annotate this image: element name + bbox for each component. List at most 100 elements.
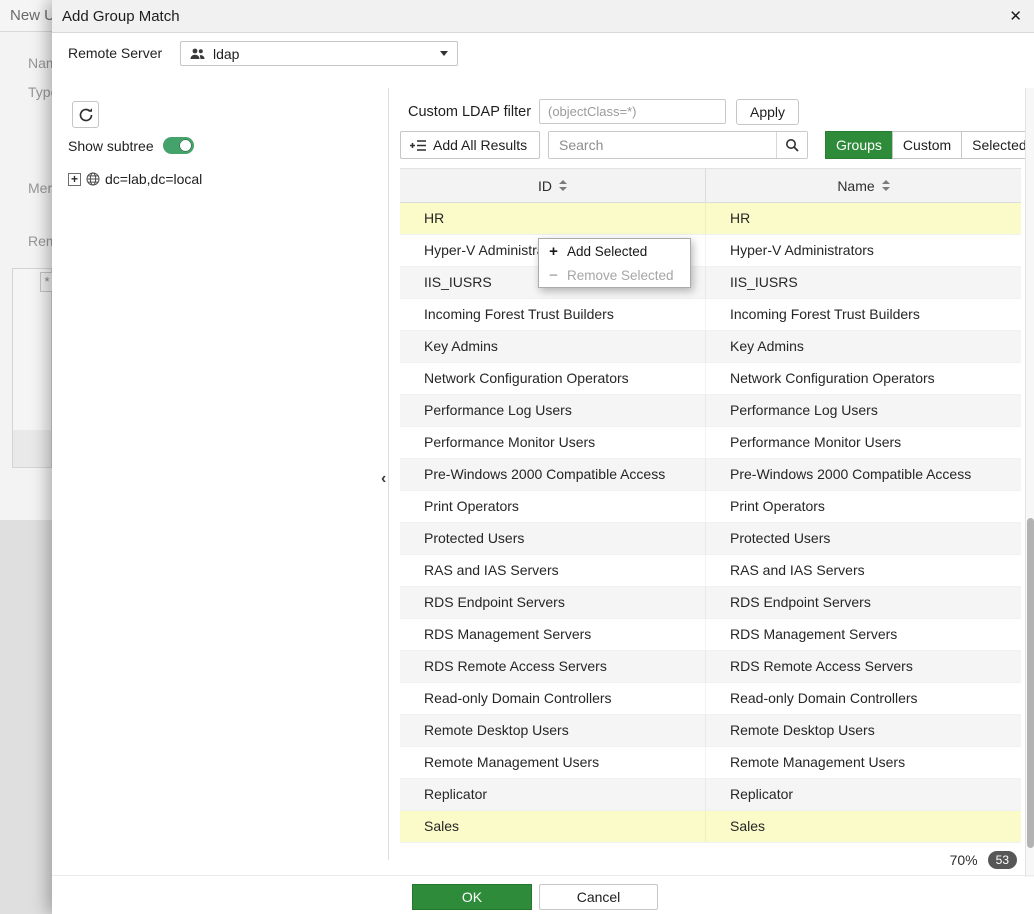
dialog-title: Add Group Match bbox=[62, 8, 180, 25]
cell-name: Hyper-V Administrators bbox=[706, 235, 1021, 266]
table-row[interactable]: Read-only Domain Controllers Read-only D… bbox=[400, 683, 1021, 715]
tab-custom[interactable]: Custom bbox=[892, 131, 962, 159]
table-row[interactable]: Protected Users Protected Users bbox=[400, 523, 1021, 555]
tree-expand-icon[interactable]: + bbox=[68, 173, 81, 186]
table-row[interactable]: Sales Sales bbox=[400, 811, 1021, 843]
globe-icon bbox=[86, 172, 100, 186]
table-row[interactable]: Key Admins Key Admins bbox=[400, 331, 1021, 363]
cell-name: Remote Desktop Users bbox=[706, 715, 1021, 746]
scrollbar-thumb[interactable] bbox=[1027, 518, 1034, 848]
cell-id: Protected Users bbox=[400, 523, 706, 554]
table-row[interactable]: IIS_IUSRS IIS_IUSRS bbox=[400, 267, 1021, 299]
cell-name: Sales bbox=[706, 811, 1021, 842]
cell-id: Key Admins bbox=[400, 331, 706, 362]
cell-name: Remote Management Users bbox=[706, 747, 1021, 778]
show-subtree-toggle[interactable] bbox=[163, 137, 194, 154]
cell-id: Network Configuration Operators bbox=[400, 363, 706, 394]
close-icon[interactable]: ✕ bbox=[1009, 7, 1022, 25]
table-row[interactable]: Network Configuration Operators Network … bbox=[400, 363, 1021, 395]
table-row[interactable]: RAS and IAS Servers RAS and IAS Servers bbox=[400, 555, 1021, 587]
cell-id: Print Operators bbox=[400, 491, 706, 522]
cell-name: Replicator bbox=[706, 779, 1021, 810]
cell-id: Incoming Forest Trust Builders bbox=[400, 299, 706, 330]
tab-groups[interactable]: Groups bbox=[825, 131, 893, 159]
cell-id: Performance Monitor Users bbox=[400, 427, 706, 458]
cell-name: Protected Users bbox=[706, 523, 1021, 554]
ldap-filter-input[interactable] bbox=[539, 99, 726, 124]
table-row[interactable]: Remote Desktop Users Remote Desktop User… bbox=[400, 715, 1021, 747]
column-header-id[interactable]: ID bbox=[400, 169, 706, 202]
table-row[interactable]: HR HR bbox=[400, 203, 1021, 235]
cell-name: RDS Remote Access Servers bbox=[706, 651, 1021, 682]
add-all-results-label: Add All Results bbox=[433, 137, 527, 153]
table-row[interactable]: Replicator Replicator bbox=[400, 779, 1021, 811]
table-row[interactable]: Performance Log Users Performance Log Us… bbox=[400, 395, 1021, 427]
apply-button[interactable]: Apply bbox=[736, 99, 799, 125]
sort-icon[interactable] bbox=[559, 180, 567, 191]
search-input[interactable] bbox=[549, 132, 776, 158]
table-row[interactable]: Hyper-V Administrators Hyper-V Administr… bbox=[400, 235, 1021, 267]
cell-id: Remote Desktop Users bbox=[400, 715, 706, 746]
add-all-results-button[interactable]: Add All Results bbox=[400, 131, 540, 159]
cell-name: Incoming Forest Trust Builders bbox=[706, 299, 1021, 330]
remote-server-select[interactable]: ldap bbox=[180, 41, 458, 66]
column-header-name-label: Name bbox=[837, 178, 874, 194]
cell-id: Performance Log Users bbox=[400, 395, 706, 426]
column-header-id-label: ID bbox=[538, 178, 552, 194]
cell-name: RDS Endpoint Servers bbox=[706, 587, 1021, 618]
search-button[interactable] bbox=[776, 132, 807, 158]
table-row[interactable]: Remote Management Users Remote Managemen… bbox=[400, 747, 1021, 779]
cell-name: IIS_IUSRS bbox=[706, 267, 1021, 298]
show-subtree-label: Show subtree bbox=[68, 138, 154, 154]
menu-item-remove-selected: − Remove Selected bbox=[539, 263, 690, 287]
menu-item-label: Add Selected bbox=[567, 244, 647, 259]
modal-backdrop bbox=[0, 0, 52, 914]
search-icon bbox=[785, 138, 799, 152]
table-row[interactable]: RDS Endpoint Servers RDS Endpoint Server… bbox=[400, 587, 1021, 619]
cell-id: Remote Management Users bbox=[400, 747, 706, 778]
cell-name: Performance Log Users bbox=[706, 395, 1021, 426]
cell-name: RAS and IAS Servers bbox=[706, 555, 1021, 586]
cell-id: HR bbox=[400, 203, 706, 234]
toggle-knob bbox=[179, 139, 192, 152]
ldap-filter-label: Custom LDAP filter bbox=[408, 104, 531, 120]
collapse-panel-icon[interactable]: ‹ bbox=[381, 470, 386, 488]
ok-button[interactable]: OK bbox=[412, 884, 532, 910]
cell-name: Print Operators bbox=[706, 491, 1021, 522]
cell-id: Read-only Domain Controllers bbox=[400, 683, 706, 714]
table-row[interactable]: Print Operators Print Operators bbox=[400, 491, 1021, 523]
minus-icon: − bbox=[548, 267, 559, 284]
group-icon bbox=[190, 48, 205, 60]
panel-splitter[interactable] bbox=[388, 88, 389, 860]
add-group-match-dialog: Add Group Match ✕ Remote Server ldap bbox=[52, 0, 1034, 914]
cell-name: RDS Management Servers bbox=[706, 619, 1021, 650]
sort-icon[interactable] bbox=[882, 180, 890, 191]
cell-id: Replicator bbox=[400, 779, 706, 810]
table-row[interactable]: Pre-Windows 2000 Compatible Access Pre-W… bbox=[400, 459, 1021, 491]
cell-id: RAS and IAS Servers bbox=[400, 555, 706, 586]
cell-id: RDS Management Servers bbox=[400, 619, 706, 650]
tree-node-root[interactable]: + dc=lab,dc=local bbox=[68, 171, 202, 187]
table-row[interactable]: Incoming Forest Trust Builders Incoming … bbox=[400, 299, 1021, 331]
result-count-badge: 53 bbox=[988, 851, 1017, 869]
vertical-scrollbar[interactable] bbox=[1025, 88, 1034, 877]
cell-name: Read-only Domain Controllers bbox=[706, 683, 1021, 714]
table-row[interactable]: RDS Remote Access Servers RDS Remote Acc… bbox=[400, 651, 1021, 683]
menu-item-add-selected[interactable]: + Add Selected bbox=[539, 239, 690, 263]
column-header-name[interactable]: Name bbox=[706, 169, 1021, 202]
result-tabs: Groups Custom Selected bbox=[825, 131, 1034, 159]
tab-selected[interactable]: Selected bbox=[961, 131, 1034, 159]
refresh-button[interactable] bbox=[72, 101, 99, 128]
scroll-percent: 70% bbox=[950, 852, 978, 868]
table-body: HR HR Hyper-V Administrators Hyper-V Adm… bbox=[400, 203, 1021, 843]
list-plus-icon bbox=[410, 139, 426, 152]
tree-node-label: dc=lab,dc=local bbox=[105, 171, 202, 187]
screen: New U Nam Type Mem Rem * Add Group Match… bbox=[0, 0, 1034, 914]
context-menu: + Add Selected − Remove Selected bbox=[538, 238, 691, 288]
search-box bbox=[548, 131, 808, 159]
cancel-button[interactable]: Cancel bbox=[539, 884, 658, 910]
cell-id: Sales bbox=[400, 811, 706, 842]
table-row[interactable]: Performance Monitor Users Performance Mo… bbox=[400, 427, 1021, 459]
table-row[interactable]: RDS Management Servers RDS Management Se… bbox=[400, 619, 1021, 651]
cell-id: RDS Endpoint Servers bbox=[400, 587, 706, 618]
